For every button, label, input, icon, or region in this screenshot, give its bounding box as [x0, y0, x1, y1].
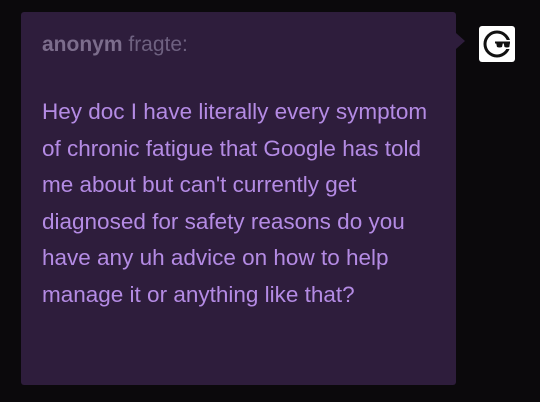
anonymous-sunglasses-icon [483, 30, 512, 58]
anonymous-avatar[interactable] [479, 26, 515, 62]
bubble-tail [456, 33, 465, 49]
asker-verb: fragte: [128, 33, 188, 56]
question-text: Hey doc I have literally every symptom o… [42, 99, 428, 307]
ask-bubble: anonym fragte: Hey doc I have literally … [21, 12, 456, 385]
asker-line: anonym fragte: [42, 32, 188, 58]
asker-name[interactable]: anonym [42, 33, 123, 56]
